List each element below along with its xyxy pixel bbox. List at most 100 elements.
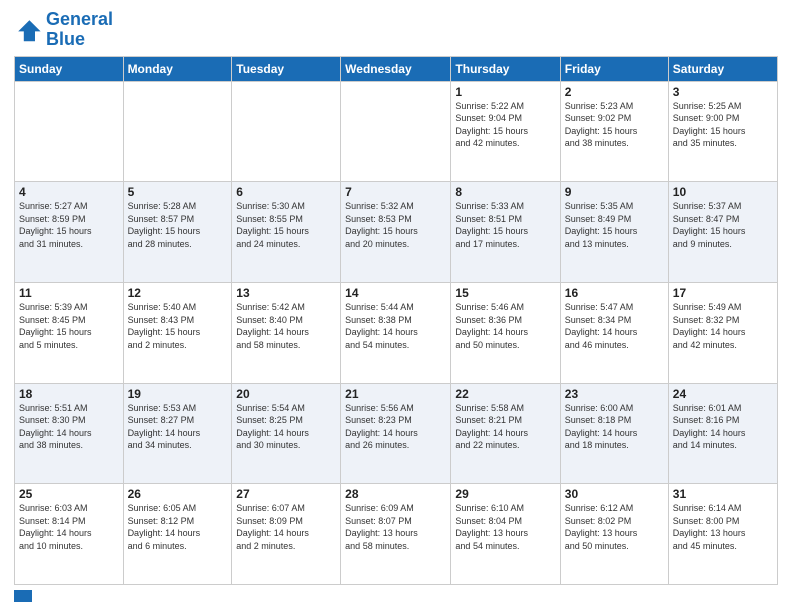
- day-number: 10: [673, 185, 773, 199]
- day-info: Sunrise: 6:05 AM Sunset: 8:12 PM Dayligh…: [128, 502, 228, 552]
- day-info: Sunrise: 5:27 AM Sunset: 8:59 PM Dayligh…: [19, 200, 119, 250]
- calendar-cell: 13Sunrise: 5:42 AM Sunset: 8:40 PM Dayli…: [232, 282, 341, 383]
- logo: General Blue: [14, 10, 113, 50]
- calendar-cell: 22Sunrise: 5:58 AM Sunset: 8:21 PM Dayli…: [451, 383, 560, 484]
- calendar-cell: 3Sunrise: 5:25 AM Sunset: 9:00 PM Daylig…: [668, 81, 777, 182]
- calendar-cell: 18Sunrise: 5:51 AM Sunset: 8:30 PM Dayli…: [15, 383, 124, 484]
- day-number: 25: [19, 487, 119, 501]
- day-number: 12: [128, 286, 228, 300]
- calendar-cell: 29Sunrise: 6:10 AM Sunset: 8:04 PM Dayli…: [451, 484, 560, 585]
- calendar-cell: 4Sunrise: 5:27 AM Sunset: 8:59 PM Daylig…: [15, 182, 124, 283]
- calendar-cell: 30Sunrise: 6:12 AM Sunset: 8:02 PM Dayli…: [560, 484, 668, 585]
- day-info: Sunrise: 5:47 AM Sunset: 8:34 PM Dayligh…: [565, 301, 664, 351]
- calendar-week-row: 4Sunrise: 5:27 AM Sunset: 8:59 PM Daylig…: [15, 182, 778, 283]
- day-number: 13: [236, 286, 336, 300]
- daylight-color-box: [14, 590, 32, 602]
- day-number: 6: [236, 185, 336, 199]
- day-number: 31: [673, 487, 773, 501]
- calendar-cell: 21Sunrise: 5:56 AM Sunset: 8:23 PM Dayli…: [341, 383, 451, 484]
- calendar-cell: 27Sunrise: 6:07 AM Sunset: 8:09 PM Dayli…: [232, 484, 341, 585]
- calendar-cell: [341, 81, 451, 182]
- logo-icon: [14, 16, 42, 44]
- calendar-cell: 11Sunrise: 5:39 AM Sunset: 8:45 PM Dayli…: [15, 282, 124, 383]
- calendar-cell: 20Sunrise: 5:54 AM Sunset: 8:25 PM Dayli…: [232, 383, 341, 484]
- weekday-header-row: SundayMondayTuesdayWednesdayThursdayFrid…: [15, 56, 778, 81]
- day-info: Sunrise: 5:39 AM Sunset: 8:45 PM Dayligh…: [19, 301, 119, 351]
- day-number: 22: [455, 387, 555, 401]
- page: General Blue SundayMondayTuesdayWednesda…: [0, 0, 792, 612]
- logo-text: General Blue: [46, 10, 113, 50]
- day-number: 20: [236, 387, 336, 401]
- day-info: Sunrise: 6:01 AM Sunset: 8:16 PM Dayligh…: [673, 402, 773, 452]
- day-info: Sunrise: 5:56 AM Sunset: 8:23 PM Dayligh…: [345, 402, 446, 452]
- day-number: 26: [128, 487, 228, 501]
- day-number: 19: [128, 387, 228, 401]
- day-info: Sunrise: 6:10 AM Sunset: 8:04 PM Dayligh…: [455, 502, 555, 552]
- calendar-week-row: 1Sunrise: 5:22 AM Sunset: 9:04 PM Daylig…: [15, 81, 778, 182]
- day-number: 4: [19, 185, 119, 199]
- weekday-header: Monday: [123, 56, 232, 81]
- day-info: Sunrise: 5:37 AM Sunset: 8:47 PM Dayligh…: [673, 200, 773, 250]
- day-number: 16: [565, 286, 664, 300]
- calendar-cell: 25Sunrise: 6:03 AM Sunset: 8:14 PM Dayli…: [15, 484, 124, 585]
- calendar-cell: [15, 81, 124, 182]
- day-info: Sunrise: 5:51 AM Sunset: 8:30 PM Dayligh…: [19, 402, 119, 452]
- calendar-week-row: 11Sunrise: 5:39 AM Sunset: 8:45 PM Dayli…: [15, 282, 778, 383]
- calendar-table: SundayMondayTuesdayWednesdayThursdayFrid…: [14, 56, 778, 585]
- day-info: Sunrise: 6:09 AM Sunset: 8:07 PM Dayligh…: [345, 502, 446, 552]
- day-info: Sunrise: 6:00 AM Sunset: 8:18 PM Dayligh…: [565, 402, 664, 452]
- calendar-cell: 14Sunrise: 5:44 AM Sunset: 8:38 PM Dayli…: [341, 282, 451, 383]
- header: General Blue: [14, 10, 778, 50]
- calendar-cell: 10Sunrise: 5:37 AM Sunset: 8:47 PM Dayli…: [668, 182, 777, 283]
- day-number: 18: [19, 387, 119, 401]
- day-info: Sunrise: 5:40 AM Sunset: 8:43 PM Dayligh…: [128, 301, 228, 351]
- day-number: 27: [236, 487, 336, 501]
- day-info: Sunrise: 6:03 AM Sunset: 8:14 PM Dayligh…: [19, 502, 119, 552]
- day-number: 15: [455, 286, 555, 300]
- calendar-cell: 12Sunrise: 5:40 AM Sunset: 8:43 PM Dayli…: [123, 282, 232, 383]
- day-number: 14: [345, 286, 446, 300]
- calendar-cell: 8Sunrise: 5:33 AM Sunset: 8:51 PM Daylig…: [451, 182, 560, 283]
- calendar-week-row: 25Sunrise: 6:03 AM Sunset: 8:14 PM Dayli…: [15, 484, 778, 585]
- calendar-cell: 1Sunrise: 5:22 AM Sunset: 9:04 PM Daylig…: [451, 81, 560, 182]
- calendar-cell: 15Sunrise: 5:46 AM Sunset: 8:36 PM Dayli…: [451, 282, 560, 383]
- day-info: Sunrise: 5:54 AM Sunset: 8:25 PM Dayligh…: [236, 402, 336, 452]
- weekday-header: Friday: [560, 56, 668, 81]
- day-info: Sunrise: 5:32 AM Sunset: 8:53 PM Dayligh…: [345, 200, 446, 250]
- calendar-cell: 5Sunrise: 5:28 AM Sunset: 8:57 PM Daylig…: [123, 182, 232, 283]
- day-info: Sunrise: 5:49 AM Sunset: 8:32 PM Dayligh…: [673, 301, 773, 351]
- day-number: 23: [565, 387, 664, 401]
- day-info: Sunrise: 5:28 AM Sunset: 8:57 PM Dayligh…: [128, 200, 228, 250]
- calendar-cell: 7Sunrise: 5:32 AM Sunset: 8:53 PM Daylig…: [341, 182, 451, 283]
- calendar-cell: 24Sunrise: 6:01 AM Sunset: 8:16 PM Dayli…: [668, 383, 777, 484]
- day-number: 17: [673, 286, 773, 300]
- day-number: 24: [673, 387, 773, 401]
- calendar-cell: 23Sunrise: 6:00 AM Sunset: 8:18 PM Dayli…: [560, 383, 668, 484]
- calendar-cell: 6Sunrise: 5:30 AM Sunset: 8:55 PM Daylig…: [232, 182, 341, 283]
- day-number: 9: [565, 185, 664, 199]
- day-info: Sunrise: 5:22 AM Sunset: 9:04 PM Dayligh…: [455, 100, 555, 150]
- day-number: 3: [673, 85, 773, 99]
- day-info: Sunrise: 5:58 AM Sunset: 8:21 PM Dayligh…: [455, 402, 555, 452]
- day-info: Sunrise: 5:53 AM Sunset: 8:27 PM Dayligh…: [128, 402, 228, 452]
- calendar-cell: 31Sunrise: 6:14 AM Sunset: 8:00 PM Dayli…: [668, 484, 777, 585]
- day-number: 8: [455, 185, 555, 199]
- weekday-header: Saturday: [668, 56, 777, 81]
- day-info: Sunrise: 5:33 AM Sunset: 8:51 PM Dayligh…: [455, 200, 555, 250]
- calendar-cell: [232, 81, 341, 182]
- day-number: 5: [128, 185, 228, 199]
- weekday-header: Sunday: [15, 56, 124, 81]
- weekday-header: Tuesday: [232, 56, 341, 81]
- day-info: Sunrise: 5:44 AM Sunset: 8:38 PM Dayligh…: [345, 301, 446, 351]
- day-number: 29: [455, 487, 555, 501]
- weekday-header: Wednesday: [341, 56, 451, 81]
- day-info: Sunrise: 5:25 AM Sunset: 9:00 PM Dayligh…: [673, 100, 773, 150]
- calendar-cell: 28Sunrise: 6:09 AM Sunset: 8:07 PM Dayli…: [341, 484, 451, 585]
- day-number: 1: [455, 85, 555, 99]
- day-number: 2: [565, 85, 664, 99]
- day-number: 7: [345, 185, 446, 199]
- day-info: Sunrise: 5:42 AM Sunset: 8:40 PM Dayligh…: [236, 301, 336, 351]
- day-info: Sunrise: 5:30 AM Sunset: 8:55 PM Dayligh…: [236, 200, 336, 250]
- day-info: Sunrise: 5:46 AM Sunset: 8:36 PM Dayligh…: [455, 301, 555, 351]
- day-info: Sunrise: 6:14 AM Sunset: 8:00 PM Dayligh…: [673, 502, 773, 552]
